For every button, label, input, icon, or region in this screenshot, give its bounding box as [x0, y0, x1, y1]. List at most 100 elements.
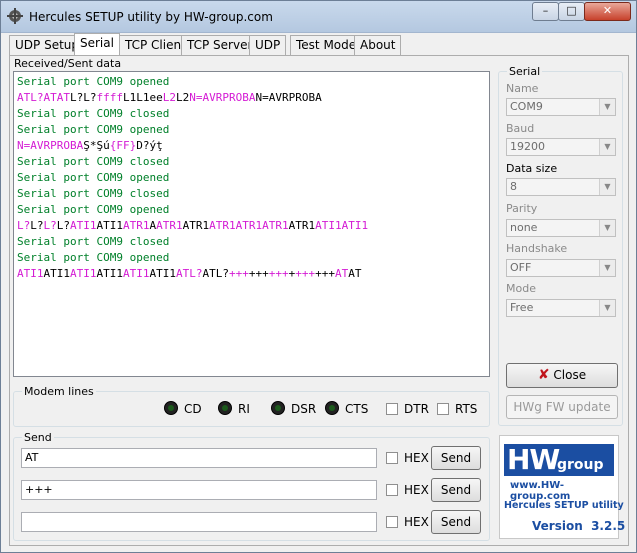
send-input-1[interactable]: AT: [21, 448, 377, 468]
terminal-segment: Serial port COM9 closed: [17, 187, 170, 200]
terminal-line: Serial port COM9 closed: [17, 234, 169, 250]
terminal-segment: +++: [229, 267, 249, 280]
terminal-segment: L?L?: [69, 91, 97, 104]
handshake-select[interactable]: OFF ▼: [506, 259, 616, 277]
tab-udp[interactable]: UDP: [249, 35, 287, 55]
terminal-segment: L?: [17, 219, 31, 232]
terminal-segment: {FF}: [109, 139, 137, 152]
terminal-segment: L2: [162, 91, 176, 104]
hex-label-2: HEX: [404, 483, 429, 497]
received-data-terminal[interactable]: Serial port COM9 opened ATL?ATATL?L?ffffL…: [13, 71, 490, 377]
terminal-segment: ATI1: [70, 219, 97, 232]
mode-label: Mode: [506, 282, 536, 295]
terminal-line: ATI1ATI1ATI1ATI1ATI1ATI1ATL?ATL?++++++++…: [17, 266, 362, 282]
close-port-button[interactable]: ✘ Close: [506, 363, 618, 388]
chevron-down-icon: ▼: [599, 300, 615, 316]
terminal-line: Serial port COM9 closed: [17, 106, 169, 122]
tab-serial[interactable]: Serial: [74, 33, 120, 55]
send-input-2[interactable]: +++: [21, 480, 377, 500]
cts-led-icon: [325, 401, 339, 415]
tab-tcp-server[interactable]: TCP Server: [181, 35, 259, 55]
hex-checkbox-3[interactable]: [386, 516, 398, 528]
name-select[interactable]: COM9 ▼: [506, 98, 616, 116]
terminal-segment: N=AVRPROBA: [17, 139, 84, 152]
terminal-segment: N=AVRPROBA: [255, 91, 322, 104]
chevron-down-icon: ▼: [599, 220, 615, 236]
window-title: Hercules SETUP utility by HW-group.com: [29, 10, 273, 24]
terminal-segment: ATI1: [96, 267, 124, 280]
tab-test-mode[interactable]: Test Mode: [290, 35, 363, 55]
chevron-down-icon: ▼: [599, 179, 615, 195]
terminal-segment: ffff: [96, 91, 123, 104]
send-button-2[interactable]: Send: [431, 478, 481, 502]
terminal-line: Serial port COM9 opened: [17, 74, 169, 90]
terminal-segment: ATI1: [70, 267, 97, 280]
terminal-segment: Serial port COM9 opened: [17, 203, 170, 216]
dtr-checkbox[interactable]: [386, 403, 398, 415]
terminal-segment: ATR1: [123, 219, 150, 232]
cts-label: CTS: [345, 402, 369, 416]
send-button-3[interactable]: Send: [431, 510, 481, 534]
chevron-down-icon: ▼: [599, 99, 615, 115]
terminal-segment: Serial port COM9 closed: [17, 235, 170, 248]
terminal-segment: ATR1ATR1ATR1: [209, 219, 289, 232]
terminal-segment: Ş*Şú: [83, 139, 110, 152]
terminal-segment: Serial port COM9 closed: [17, 155, 170, 168]
terminal-segment: ATI1: [17, 267, 44, 280]
terminal-line: Serial port COM9 opened: [17, 170, 169, 186]
parity-label: Parity: [506, 202, 538, 215]
mode-select[interactable]: Free ▼: [506, 299, 616, 317]
terminal-segment: ýţ: [149, 139, 163, 152]
hex-checkbox-1[interactable]: [386, 452, 398, 464]
terminal-segment: L?: [30, 219, 44, 232]
close-x-icon: ✘: [537, 367, 550, 383]
terminal-line: ATL?ATATL?L?ffffL1L1eeL2L2N=AVRPROBAN=AV…: [17, 90, 322, 106]
terminal-segment: Serial port COM9 opened: [17, 251, 170, 264]
terminal-segment: ATI1: [149, 267, 177, 280]
terminal-segment: Serial port COM9 opened: [17, 75, 170, 88]
terminal-segment: ATL?: [202, 267, 230, 280]
terminal-segment: +++: [248, 267, 269, 280]
rts-label: RTS: [455, 402, 478, 416]
terminal-segment: L?: [43, 219, 57, 232]
baud-select[interactable]: 19200 ▼: [506, 138, 616, 156]
terminal-line: Serial port COM9 closed: [17, 154, 169, 170]
parity-select[interactable]: none ▼: [506, 219, 616, 237]
terminal-segment: N=AVRPROBA: [189, 91, 256, 104]
serial-group-title: Serial: [507, 65, 543, 78]
tab-about[interactable]: About: [354, 35, 402, 55]
rts-checkbox[interactable]: [437, 403, 449, 415]
terminal-segment: +++: [295, 267, 316, 280]
cd-led-icon: [164, 401, 178, 415]
minimize-button[interactable]: –: [532, 2, 559, 21]
terminal-segment: ATR1: [288, 219, 316, 232]
title-bar[interactable]: Hercules SETUP utility by HW-group.com –…: [1, 1, 636, 33]
data-size-select[interactable]: 8 ▼: [506, 178, 616, 196]
chevron-down-icon: ▼: [599, 260, 615, 276]
baud-label: Baud: [506, 122, 535, 135]
close-window-button[interactable]: ✕: [584, 2, 631, 21]
terminal-line: L?L?L?L?ATI1ATI1ATR1AATR1ATR1ATR1ATR1ATR…: [17, 218, 368, 234]
terminal-line: Serial port COM9 opened: [17, 202, 169, 218]
terminal-segment: ATL?: [176, 267, 203, 280]
send-title: Send: [22, 431, 54, 444]
hw-group-logo[interactable]: HW group www.HW-group.com Hercules SETUP…: [499, 435, 625, 539]
send-button-1[interactable]: Send: [431, 446, 481, 470]
terminal-segment: ATI1: [96, 219, 124, 232]
terminal-segment: D?: [136, 139, 150, 152]
terminal-segment: Serial port COM9 opened: [17, 171, 170, 184]
terminal-segment: +++: [268, 267, 289, 280]
send-input-3[interactable]: [21, 512, 377, 532]
hex-label-1: HEX: [404, 451, 429, 465]
name-label: Name: [506, 82, 539, 95]
fw-update-button[interactable]: HWg FW update: [506, 395, 618, 419]
terminal-segment: L?: [56, 219, 70, 232]
maximize-button[interactable]: □: [558, 2, 585, 21]
dtr-label: DTR: [404, 402, 429, 416]
logo-group-text: group: [557, 457, 604, 473]
terminal-segment: ATR1: [156, 219, 183, 232]
terminal-line: N=AVRPROBAŞ*Şú{FF}D?ýţ: [17, 138, 163, 154]
terminal-segment: ATI1: [123, 267, 150, 280]
terminal-segment: AT: [335, 267, 349, 280]
hex-checkbox-2[interactable]: [386, 484, 398, 496]
